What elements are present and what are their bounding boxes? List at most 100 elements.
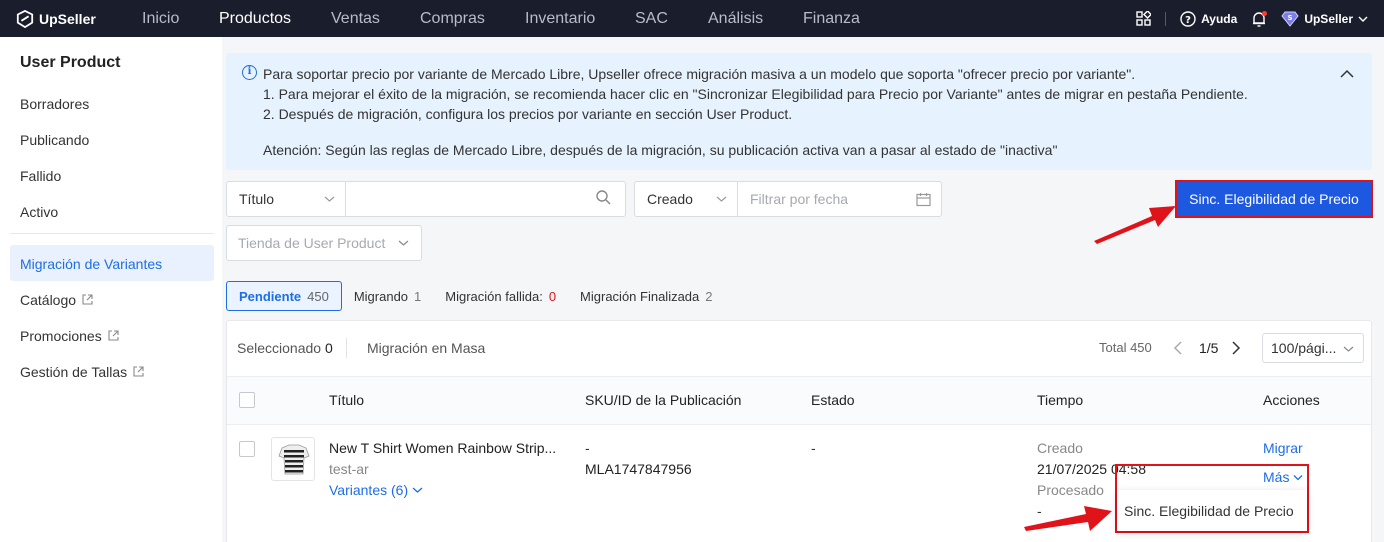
date-type-select[interactable]: Creado bbox=[635, 182, 738, 216]
store-placeholder: Tienda de User Product bbox=[238, 235, 386, 251]
tab-count: 1 bbox=[414, 288, 422, 304]
table-toolbar: Seleccionado 0 Migración en Masa Total 4… bbox=[227, 321, 1371, 376]
user-menu[interactable]: S UpSeller bbox=[1281, 11, 1368, 27]
item-id: MLA1747847956 bbox=[585, 461, 692, 477]
nav-sac[interactable]: SAC bbox=[635, 0, 668, 37]
tab-label: Migración Finalizada bbox=[580, 288, 700, 304]
external-link-icon bbox=[108, 328, 119, 344]
info-line-3: 2. Después de migración, configura los p… bbox=[263, 106, 793, 122]
page-indicator: 1/5 bbox=[1199, 340, 1219, 356]
store-select[interactable]: Tienda de User Product bbox=[226, 225, 422, 261]
nav-finanza[interactable]: Finanza bbox=[803, 0, 860, 37]
tab-label: Migración fallida: bbox=[445, 288, 543, 304]
variants-toggle[interactable]: Variantes (6) bbox=[329, 482, 423, 498]
tab-label: Migrando bbox=[353, 288, 409, 304]
mass-migrate-button[interactable]: Migración en Masa bbox=[367, 340, 485, 356]
tab-migracion-fallida[interactable]: Migración fallida: 0 bbox=[433, 281, 568, 311]
dropdown-item-sync-eligibility[interactable]: Sinc. Elegibilidad de Precio bbox=[1124, 503, 1294, 519]
next-page-icon[interactable] bbox=[1231, 341, 1241, 358]
external-link-icon bbox=[82, 292, 93, 308]
nav-compras[interactable]: Compras bbox=[420, 0, 485, 37]
info-icon: i bbox=[242, 65, 257, 80]
nav-inicio[interactable]: Inicio bbox=[142, 0, 179, 37]
row-checkbox[interactable] bbox=[239, 441, 255, 457]
nav-ventas[interactable]: Ventas bbox=[331, 0, 380, 37]
page-size-select[interactable]: 100/pági... bbox=[1262, 333, 1364, 363]
tab-label: Pendiente bbox=[239, 288, 302, 304]
top-right-tools: ? Ayuda S UpSeller bbox=[1135, 0, 1368, 37]
diamond-icon: S bbox=[1281, 11, 1299, 27]
tshirt-image bbox=[278, 444, 310, 475]
svg-text:?: ? bbox=[1185, 15, 1191, 26]
annotation-arrow-icon bbox=[1094, 206, 1176, 244]
upseller-logo-icon bbox=[16, 9, 34, 28]
help-link[interactable]: ? Ayuda bbox=[1180, 10, 1237, 27]
product-thumbnail[interactable] bbox=[271, 437, 315, 481]
calendar-icon bbox=[916, 192, 931, 206]
sidebar-item-fallido[interactable]: Fallido bbox=[20, 168, 61, 184]
apps-grid-icon[interactable] bbox=[1135, 11, 1151, 27]
chevron-down-icon bbox=[412, 487, 423, 493]
search-icon[interactable] bbox=[596, 190, 625, 208]
nav-inventario[interactable]: Inventario bbox=[525, 0, 595, 37]
title-search-group: Título bbox=[226, 181, 626, 217]
sidebar-item-migracion-variantes[interactable]: Migración de Variantes bbox=[20, 256, 162, 272]
sidebar-item-catalogo[interactable]: Catálogo bbox=[20, 292, 93, 308]
bell-icon[interactable] bbox=[1251, 10, 1268, 27]
info-banner: i Para soportar precio por variante de M… bbox=[226, 53, 1372, 170]
product-store: test-ar bbox=[329, 461, 369, 477]
selected-count: 0 bbox=[325, 340, 333, 356]
brand-name: UpSeller bbox=[39, 10, 96, 27]
header-estado: Estado bbox=[811, 392, 855, 408]
info-line-4: Atención: Según las reglas de Mercado Li… bbox=[263, 142, 1058, 158]
product-title[interactable]: New T Shirt Women Rainbow Strip... bbox=[329, 440, 556, 456]
header-title: Título bbox=[329, 392, 365, 408]
tab-pendiente[interactable]: Pendiente 450 bbox=[226, 281, 342, 311]
prev-page-icon[interactable] bbox=[1173, 341, 1183, 358]
status-tabs: Pendiente 450 Migrando 1 Migración falli… bbox=[226, 281, 725, 311]
sync-eligibility-button[interactable]: Sinc. Elegibilidad de Precio bbox=[1175, 180, 1373, 218]
chevron-down-icon bbox=[398, 240, 409, 246]
chevron-up-icon[interactable] bbox=[1340, 66, 1354, 82]
date-filter-group: Creado Filtrar por fecha bbox=[634, 181, 942, 217]
sidebar-item-borradores[interactable]: Borradores bbox=[20, 96, 89, 112]
chevron-down-icon bbox=[1343, 346, 1354, 352]
date-select-value: Creado bbox=[647, 191, 693, 207]
divider bbox=[346, 338, 347, 358]
notification-dot bbox=[1262, 10, 1268, 16]
sidebar-divider bbox=[10, 233, 214, 234]
nav-analisis[interactable]: Análisis bbox=[708, 0, 763, 37]
date-range-input[interactable]: Filtrar por fecha bbox=[738, 182, 941, 216]
sidebar-item-activo[interactable]: Activo bbox=[20, 204, 58, 220]
sidebar-item-label: Gestión de Tallas bbox=[20, 364, 128, 380]
external-link-icon bbox=[133, 364, 144, 380]
tab-migracion-finalizada[interactable]: Migración Finalizada 2 bbox=[568, 281, 724, 311]
migrate-button[interactable]: Migrar bbox=[1263, 440, 1303, 456]
title-select-value: Título bbox=[239, 191, 275, 207]
table-header: Título SKU/ID de la Publicación Estado T… bbox=[227, 376, 1371, 425]
sidebar-item-gestion-tallas[interactable]: Gestión de Tallas bbox=[20, 364, 144, 380]
select-all-checkbox[interactable] bbox=[239, 392, 255, 408]
title-field-select[interactable]: Título bbox=[227, 182, 346, 216]
sku-value: - bbox=[585, 440, 590, 456]
info-line-2: 1. Para mejorar el éxito de la migración… bbox=[263, 86, 1248, 102]
total-count: Total 450 bbox=[1099, 340, 1152, 355]
info-line-1: Para soportar precio por variante de Mer… bbox=[263, 66, 1136, 82]
brand-logo[interactable]: UpSeller bbox=[0, 9, 124, 28]
sidebar-item-promociones[interactable]: Promociones bbox=[20, 328, 119, 344]
header-tiempo: Tiempo bbox=[1037, 392, 1084, 408]
user-label: UpSeller bbox=[1304, 11, 1353, 26]
search-input[interactable] bbox=[346, 182, 596, 216]
tab-migrando[interactable]: Migrando 1 bbox=[342, 281, 433, 311]
sidebar-item-publicando[interactable]: Publicando bbox=[20, 132, 89, 148]
divider bbox=[1165, 11, 1167, 26]
sidebar: User Product Borradores Publicando Falli… bbox=[0, 37, 222, 542]
header-acciones: Acciones bbox=[1263, 392, 1320, 408]
date-placeholder: Filtrar por fecha bbox=[750, 191, 849, 207]
tab-count: 0 bbox=[548, 288, 557, 304]
header-sku: SKU/ID de la Publicación bbox=[585, 392, 742, 408]
help-icon: ? bbox=[1180, 10, 1196, 27]
nav-productos[interactable]: Productos bbox=[219, 0, 291, 37]
created-label: Creado bbox=[1037, 440, 1083, 456]
selected-label: Seleccionado bbox=[237, 340, 322, 356]
